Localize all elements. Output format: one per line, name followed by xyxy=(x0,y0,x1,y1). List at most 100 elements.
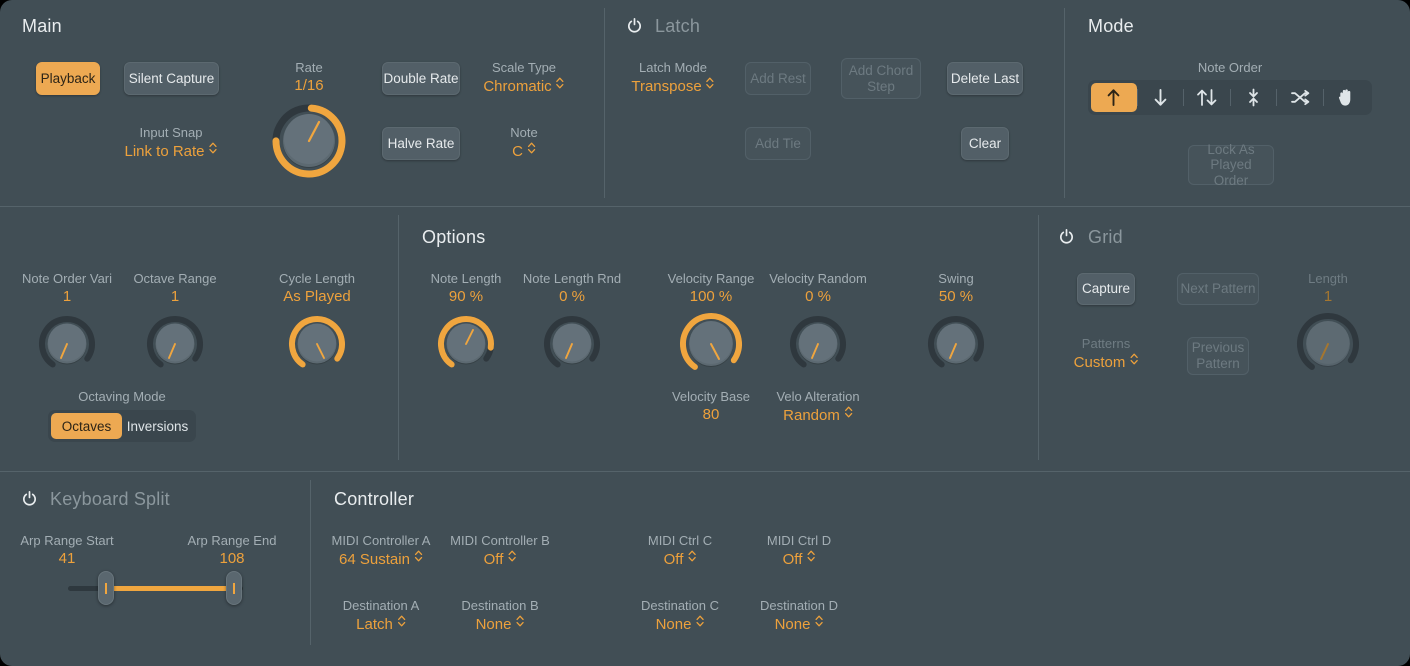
destination-a-label: Destination A xyxy=(343,598,420,613)
slider-handle-start[interactable] xyxy=(98,571,114,605)
chevron-updown-icon xyxy=(414,549,423,567)
octaving-mode-inversions[interactable]: Inversions xyxy=(122,413,193,439)
velocity-range-knob[interactable] xyxy=(676,309,746,379)
cycle-length-knob[interactable] xyxy=(286,313,348,375)
section-title-grid: Grid xyxy=(1088,227,1123,248)
note-length-rnd-knob[interactable] xyxy=(541,313,603,375)
note-order-vari-label: Note Order Vari xyxy=(22,271,112,286)
arp-range-slider[interactable] xyxy=(68,570,243,606)
octave-range-knob[interactable] xyxy=(144,313,206,375)
divider-main-latch xyxy=(604,8,605,198)
chevron-updown-icon xyxy=(515,614,524,632)
add-chord-step-button[interactable]: Add Chord Step xyxy=(841,58,921,99)
chevron-updown-icon xyxy=(1129,352,1138,370)
divider-horizontal-1 xyxy=(0,206,1410,207)
note-order-option-up-down[interactable] xyxy=(1184,83,1230,112)
halve-rate-button[interactable]: Halve Rate xyxy=(382,127,460,160)
slider-fill xyxy=(106,586,234,591)
double-rate-button[interactable]: Double Rate xyxy=(382,62,460,95)
velocity-random-label: Velocity Random xyxy=(769,271,867,286)
velocity-random-knob[interactable] xyxy=(787,313,849,375)
destination-a-value[interactable]: Latch xyxy=(356,615,406,633)
arp-range-start-label: Arp Range Start xyxy=(20,533,113,548)
destination-d-value[interactable]: None xyxy=(775,615,824,633)
note-order-option-down[interactable] xyxy=(1138,83,1184,112)
note-order-option-up[interactable] xyxy=(1091,83,1137,112)
midi-controller-a-label: MIDI Controller A xyxy=(332,533,431,548)
midi-controller-a-value[interactable]: 64 Sustain xyxy=(339,550,423,568)
divider-latch-mode xyxy=(1064,8,1065,198)
latch-power-icon[interactable] xyxy=(626,17,643,34)
delete-last-button[interactable]: Delete Last xyxy=(947,62,1023,95)
section-title-latch: Latch xyxy=(655,16,700,37)
velo-alteration-value[interactable]: Random xyxy=(783,406,853,424)
note-order-vari-knob[interactable] xyxy=(36,313,98,375)
scale-type-label: Scale Type xyxy=(492,60,556,75)
chevron-updown-icon xyxy=(687,549,696,567)
keyboard-split-power-icon[interactable] xyxy=(21,490,38,507)
next-pattern-button[interactable]: Next Pattern xyxy=(1177,273,1259,305)
latch-mode-value[interactable]: Transpose xyxy=(631,77,714,95)
velocity-range-value: 100 % xyxy=(690,288,733,305)
input-snap-value[interactable]: Link to Rate xyxy=(124,142,217,160)
midi-ctrl-c-value[interactable]: Off xyxy=(664,550,697,568)
section-title-keyboard-split: Keyboard Split xyxy=(50,489,170,510)
velocity-base-label: Velocity Base xyxy=(672,389,750,404)
note-length-knob[interactable] xyxy=(435,313,497,375)
arp-range-start-value: 41 xyxy=(59,550,76,567)
clear-button[interactable]: Clear xyxy=(961,127,1009,160)
grid-power-icon[interactable] xyxy=(1058,228,1075,245)
midi-ctrl-d-value[interactable]: Off xyxy=(783,550,816,568)
chevron-updown-icon xyxy=(844,405,853,423)
midi-controller-b-value[interactable]: Off xyxy=(484,550,517,568)
grid-length-knob[interactable] xyxy=(1293,309,1363,379)
previous-pattern-button[interactable]: Previous Pattern xyxy=(1187,337,1249,375)
add-tie-button[interactable]: Add Tie xyxy=(745,127,811,160)
grid-length-label: Length xyxy=(1308,271,1348,286)
velocity-range-label: Velocity Range xyxy=(668,271,755,286)
note-length-rnd-value: 0 % xyxy=(559,288,585,305)
swing-knob[interactable] xyxy=(925,313,987,375)
destination-c-label: Destination C xyxy=(641,598,719,613)
rate-label: Rate xyxy=(295,60,322,75)
patterns-label: Patterns xyxy=(1082,336,1130,351)
swing-value: 50 % xyxy=(939,288,973,305)
divider-options-grid xyxy=(1038,215,1039,460)
divider-note-options xyxy=(398,215,399,460)
patterns-value[interactable]: Custom xyxy=(1074,353,1139,371)
note-order-option-outside-in[interactable] xyxy=(1231,83,1277,112)
cycle-length-label: Cycle Length xyxy=(279,271,355,286)
grid-capture-button[interactable]: Capture xyxy=(1077,273,1135,305)
lock-as-played-order-button[interactable]: Lock As Played Order xyxy=(1188,145,1274,185)
destination-b-value[interactable]: None xyxy=(476,615,525,633)
silent-capture-button[interactable]: Silent Capture xyxy=(124,62,219,95)
input-snap-label: Input Snap xyxy=(140,125,203,140)
velocity-base-value: 80 xyxy=(703,406,720,423)
destination-d-label: Destination D xyxy=(760,598,838,613)
section-title-controller: Controller xyxy=(334,489,414,510)
destination-c-value[interactable]: None xyxy=(656,615,705,633)
playback-button[interactable]: Playback xyxy=(36,62,100,95)
octaving-mode-octaves[interactable]: Octaves xyxy=(51,413,122,439)
note-order-vari-value: 1 xyxy=(63,288,71,305)
velocity-random-value: 0 % xyxy=(805,288,831,305)
destination-b-label: Destination B xyxy=(461,598,538,613)
note-order-option-random[interactable] xyxy=(1277,83,1323,112)
rate-knob[interactable] xyxy=(269,101,349,181)
section-title-mode: Mode xyxy=(1088,16,1134,37)
note-label: Note xyxy=(510,125,537,140)
divider-split-controller xyxy=(310,480,311,645)
scale-type-value[interactable]: Chromatic xyxy=(483,77,564,95)
divider-horizontal-2 xyxy=(0,471,1410,472)
octave-range-value: 1 xyxy=(171,288,179,305)
latch-mode-label: Latch Mode xyxy=(639,60,707,75)
grid-length-value: 1 xyxy=(1324,288,1332,305)
add-rest-button[interactable]: Add Rest xyxy=(745,62,811,95)
shuffle-icon xyxy=(1290,89,1310,106)
note-value[interactable]: C xyxy=(512,142,536,160)
note-order-option-as-played[interactable] xyxy=(1324,83,1370,112)
arrows-converge-icon xyxy=(1245,88,1262,107)
slider-handle-end[interactable] xyxy=(226,571,242,605)
arrow-up-down-icon xyxy=(1196,88,1218,107)
note-length-value: 90 % xyxy=(449,288,483,305)
